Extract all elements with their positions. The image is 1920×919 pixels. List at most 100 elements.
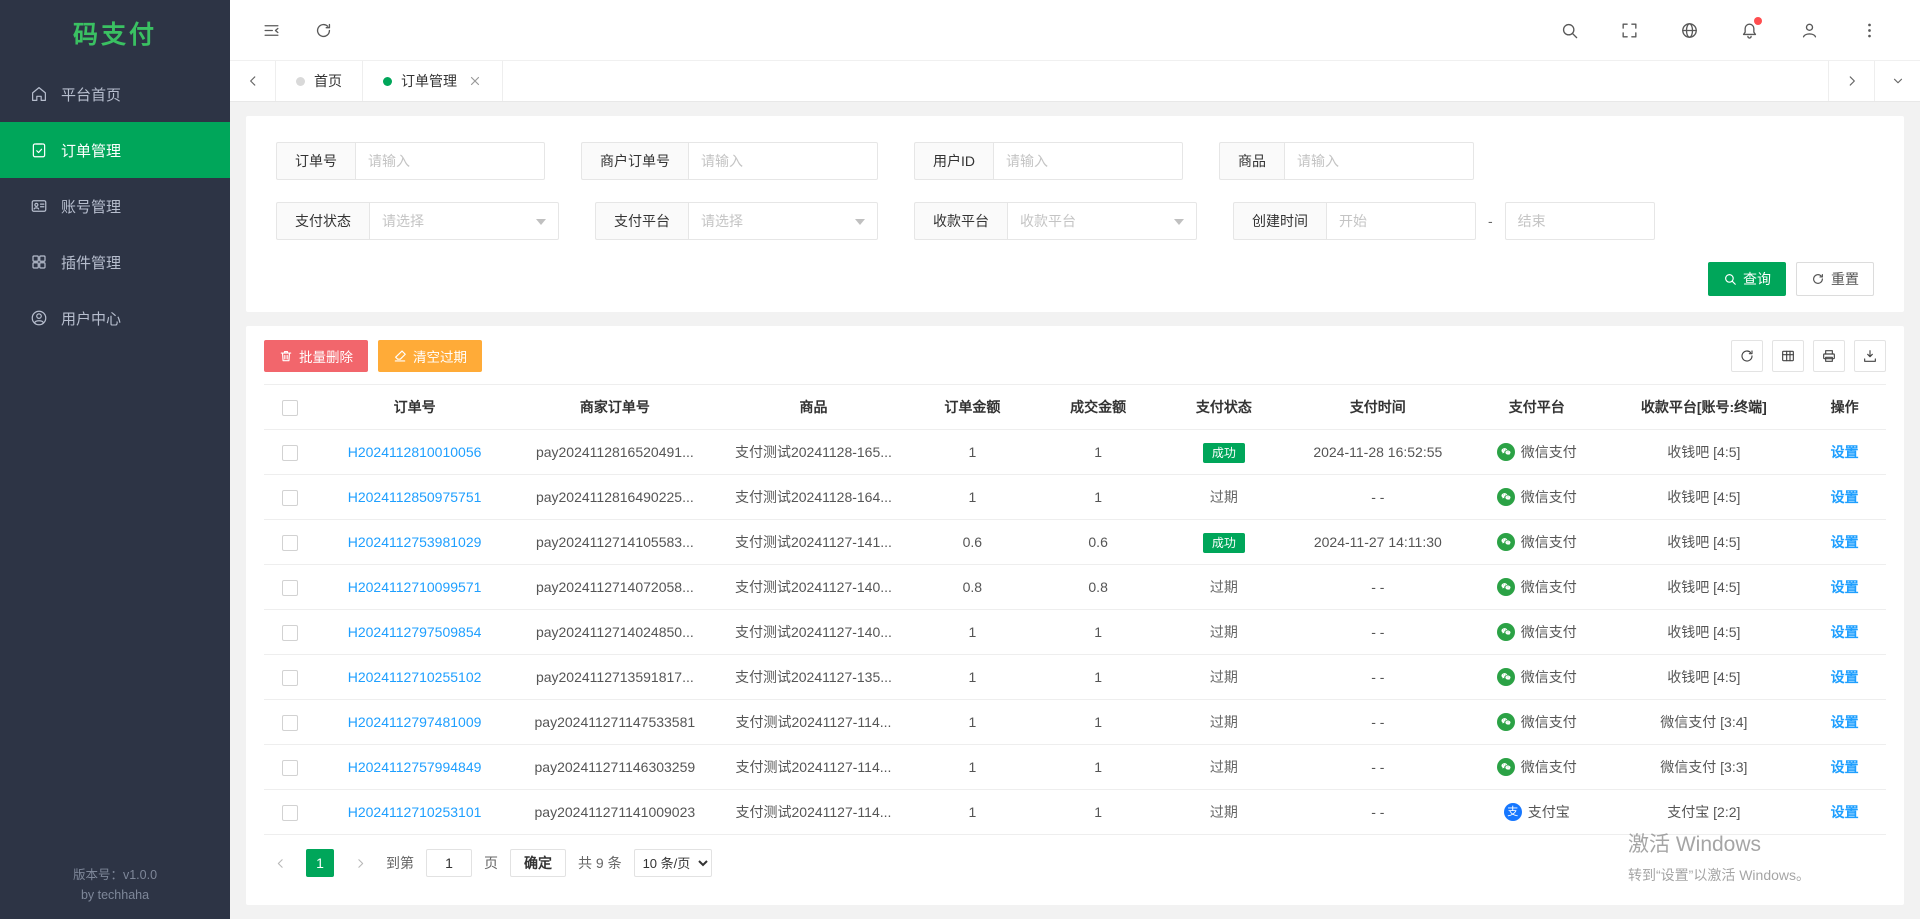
table-row: H2024112797509854pay2024112714024850...支…: [264, 610, 1886, 655]
row-checkbox[interactable]: [282, 445, 298, 461]
next-page-button[interactable]: [346, 849, 374, 877]
page-size-select[interactable]: 10 条/页: [634, 849, 712, 877]
platform-name: 微信支付: [1521, 757, 1577, 777]
sidebar-item-plugins[interactable]: 插件管理: [0, 234, 230, 290]
deal-amount-cell: 1: [1035, 700, 1161, 745]
merchant-no-cell: pay2024112714024850...: [512, 610, 717, 655]
pay-platform-select[interactable]: 请选择: [688, 202, 878, 240]
sidebar-nav: 平台首页 订单管理 账号管理 插件管理 用户中心: [0, 66, 230, 346]
order-no-cell: H2024112757994849: [317, 745, 512, 790]
clear-expired-button[interactable]: 清空过期: [378, 340, 482, 372]
reset-button[interactable]: 重置: [1796, 262, 1874, 296]
order-no-link[interactable]: H2024112797481009: [348, 714, 482, 730]
pay-status-select[interactable]: 请选择: [369, 202, 559, 240]
user-menu-button[interactable]: [1794, 15, 1824, 45]
current-page-button[interactable]: 1: [306, 849, 334, 877]
pay-status-cell: 成功: [1161, 430, 1287, 475]
action-cell: 设置: [1803, 430, 1886, 475]
platform-name: 微信支付: [1521, 577, 1577, 597]
pay-status-cell: 过期: [1161, 475, 1287, 520]
search-submit-button[interactable]: 查询: [1708, 262, 1786, 296]
search-button[interactable]: [1554, 15, 1584, 45]
order-no-input[interactable]: [355, 142, 545, 180]
start-date-input[interactable]: [1326, 202, 1476, 240]
sidebar-item-orders[interactable]: 订单管理: [0, 122, 230, 178]
tab-spacer: [503, 61, 1828, 101]
table-row: H2024112753981029pay2024112714105583...支…: [264, 520, 1886, 565]
settings-link[interactable]: 设置: [1831, 444, 1859, 460]
row-checkbox[interactable]: [282, 625, 298, 641]
language-button[interactable]: [1674, 15, 1704, 45]
table-row: H2024112810010056pay2024112816520491...支…: [264, 430, 1886, 475]
order-no-link[interactable]: H2024112753981029: [348, 534, 482, 550]
row-checkbox[interactable]: [282, 760, 298, 776]
order-no-link[interactable]: H2024112710099571: [348, 579, 482, 595]
tabs-scroll-left-button[interactable]: [230, 61, 276, 101]
order-icon: [30, 141, 48, 159]
settings-link[interactable]: 设置: [1831, 534, 1859, 550]
action-cell: 设置: [1803, 700, 1886, 745]
filter-user-id: 用户ID: [914, 142, 1183, 180]
pay-status-cell: 过期: [1161, 565, 1287, 610]
print-button[interactable]: [1813, 340, 1845, 372]
sidebar-item-user-center[interactable]: 用户中心: [0, 290, 230, 346]
tab-home[interactable]: 首页: [276, 61, 363, 101]
order-no-link[interactable]: H2024112757994849: [348, 759, 482, 775]
tab-order-management[interactable]: 订单管理: [363, 61, 503, 101]
order-no-link[interactable]: H2024112797509854: [348, 624, 482, 640]
settings-link[interactable]: 设置: [1831, 714, 1859, 730]
settings-link[interactable]: 设置: [1831, 804, 1859, 820]
table-refresh-button[interactable]: [1731, 340, 1763, 372]
row-checkbox[interactable]: [282, 670, 298, 686]
goto-page-input[interactable]: [426, 849, 472, 877]
select-all-checkbox[interactable]: [282, 400, 298, 416]
row-checkbox[interactable]: [282, 580, 298, 596]
tabs-scroll-right-button[interactable]: [1828, 61, 1874, 101]
product-input[interactable]: [1284, 142, 1474, 180]
fullscreen-button[interactable]: [1614, 15, 1644, 45]
order-no-cell: H2024112710255102: [317, 655, 512, 700]
sidebar-item-accounts[interactable]: 账号管理: [0, 178, 230, 234]
column-settings-button[interactable]: [1772, 340, 1804, 372]
batch-delete-button[interactable]: 批量删除: [264, 340, 368, 372]
order-no-link[interactable]: H2024112850975751: [348, 489, 482, 505]
end-date-input[interactable]: [1505, 202, 1655, 240]
product-cell: 支付测试20241128-165...: [717, 430, 909, 475]
settings-link[interactable]: 设置: [1831, 489, 1859, 505]
table-body: H2024112810010056pay2024112816520491...支…: [264, 430, 1886, 835]
order-no-cell: H2024112710099571: [317, 565, 512, 610]
sidebar-item-home[interactable]: 平台首页: [0, 66, 230, 122]
refresh-page-button[interactable]: [308, 15, 338, 45]
tab-close-button[interactable]: [468, 74, 482, 88]
filter-order-no: 订单号: [276, 142, 545, 180]
confirm-page-button[interactable]: 确定: [510, 849, 566, 877]
row-checkbox[interactable]: [282, 490, 298, 506]
settings-link[interactable]: 设置: [1831, 624, 1859, 640]
merchant-order-no-input[interactable]: [688, 142, 878, 180]
sidebar: 码支付 平台首页 订单管理 账号管理 插件管理 用户中心: [0, 0, 230, 919]
order-no-link[interactable]: H2024112710255102: [348, 669, 482, 685]
collapse-menu-button[interactable]: [256, 15, 286, 45]
settings-link[interactable]: 设置: [1831, 669, 1859, 685]
settings-link[interactable]: 设置: [1831, 579, 1859, 595]
platform-name: 微信支付: [1521, 667, 1577, 687]
filter-merchant-order-no: 商户订单号: [581, 142, 878, 180]
row-checkbox[interactable]: [282, 715, 298, 731]
more-menu-button[interactable]: [1854, 15, 1884, 45]
notifications-button[interactable]: [1734, 15, 1764, 45]
user-id-input[interactable]: [993, 142, 1183, 180]
receive-platform-select[interactable]: 收款平台: [1007, 202, 1197, 240]
order-no-link[interactable]: H2024112810010056: [348, 444, 482, 460]
export-button[interactable]: [1854, 340, 1886, 372]
row-select-cell: [264, 700, 317, 745]
settings-link[interactable]: 设置: [1831, 759, 1859, 775]
order-amount-cell: 1: [909, 610, 1035, 655]
row-checkbox[interactable]: [282, 535, 298, 551]
deal-amount-cell: 1: [1035, 655, 1161, 700]
tabs-menu-button[interactable]: [1874, 61, 1920, 101]
prev-page-button[interactable]: [266, 849, 294, 877]
row-checkbox[interactable]: [282, 805, 298, 821]
order-no-link[interactable]: H2024112710253101: [348, 804, 482, 820]
tab-dot-icon: [296, 77, 305, 86]
deal-amount-cell: 1: [1035, 610, 1161, 655]
